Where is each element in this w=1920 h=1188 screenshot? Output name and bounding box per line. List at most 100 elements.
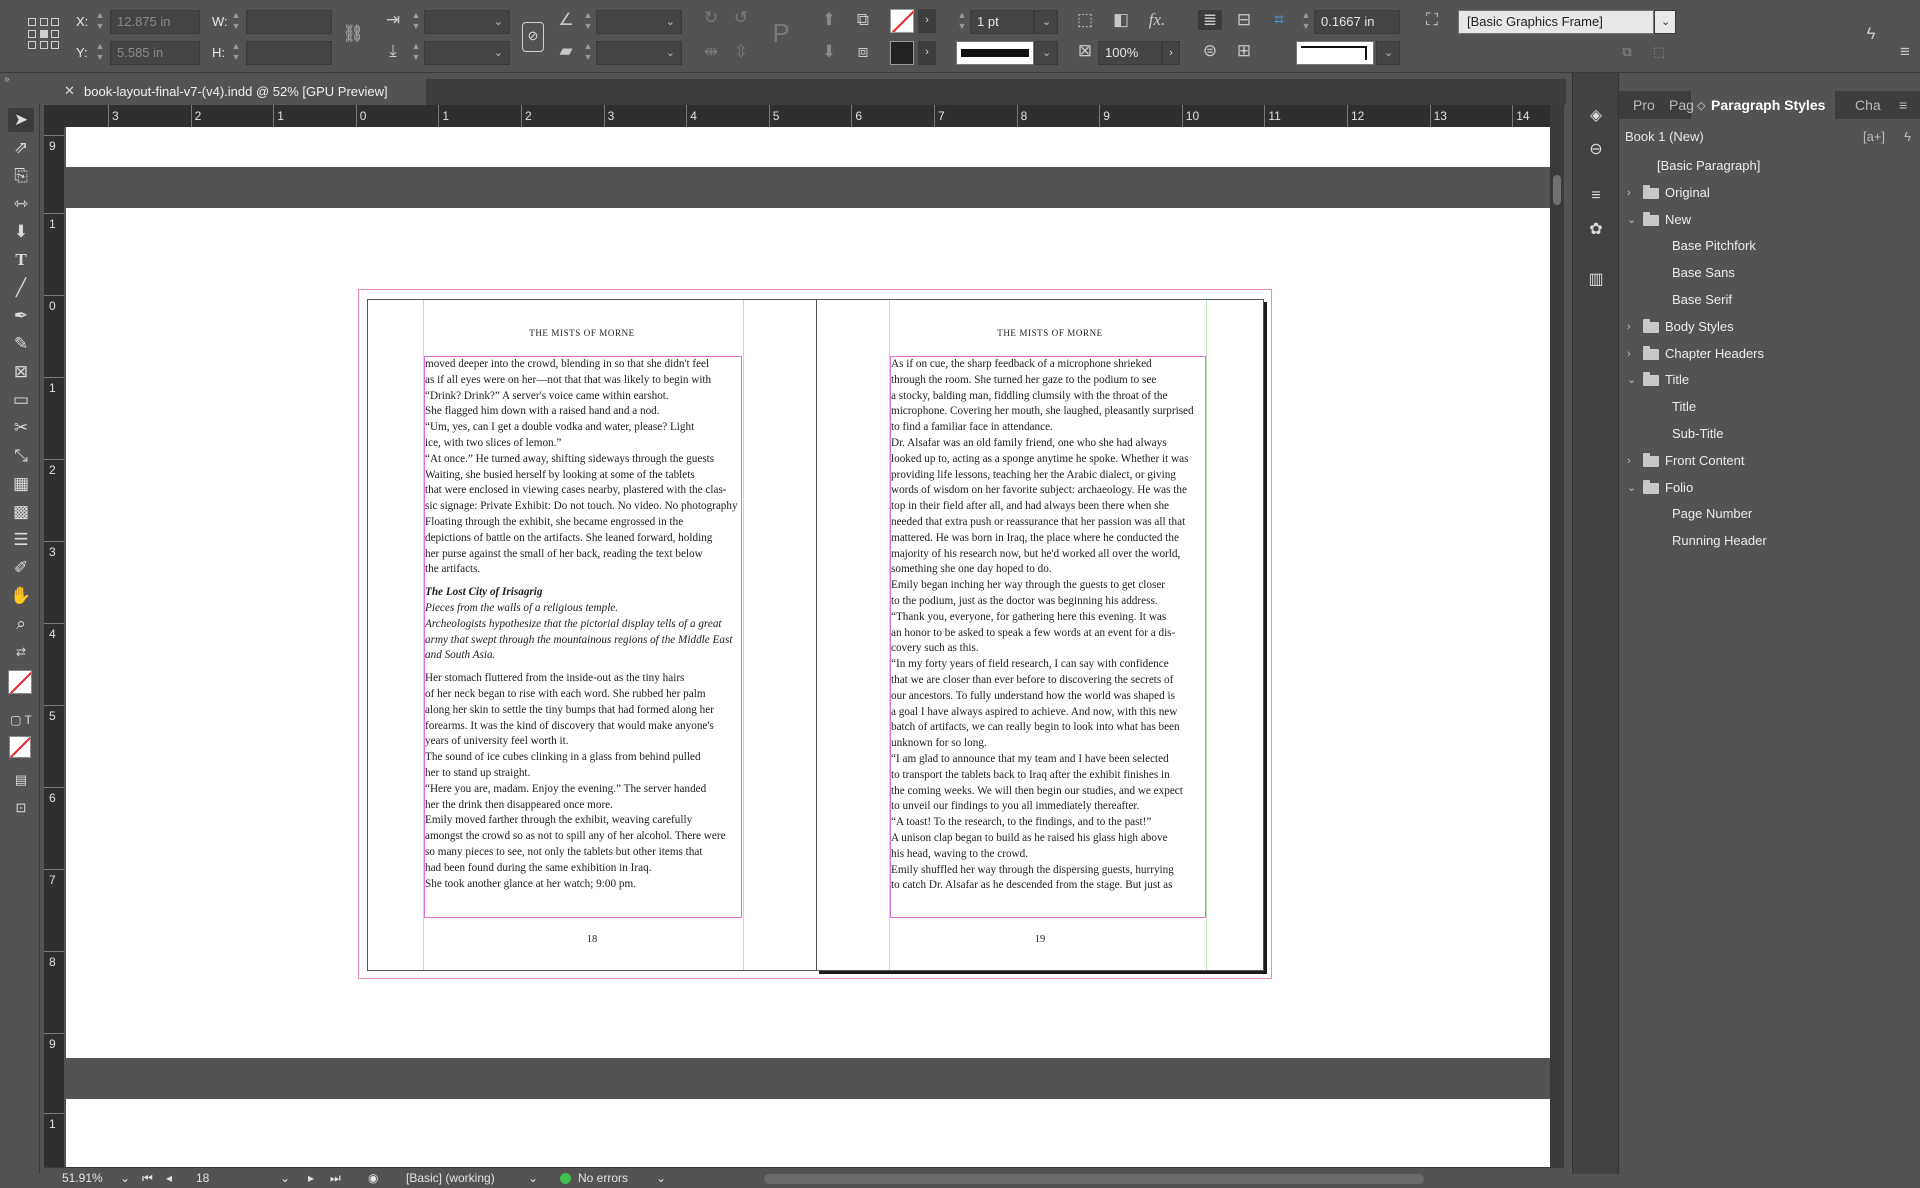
style-item[interactable]: ⌄ Folio xyxy=(1619,475,1920,502)
select-content-icon[interactable]: ⬇ xyxy=(818,42,840,62)
new-style-from-selection-icon[interactable]: [a+] xyxy=(1863,129,1885,144)
style-item[interactable]: › Original xyxy=(1619,180,1920,207)
body-text-frame[interactable]: As if on cue, the sharp feedback of a mi… xyxy=(890,356,1206,918)
preflight-profile[interactable]: [Basic] (working) xyxy=(406,1171,495,1185)
eyedropper-tool-icon[interactable]: ✐ xyxy=(8,556,34,580)
links-icon[interactable]: ⊖ xyxy=(1585,139,1607,161)
close-tab-icon[interactable]: ✕ xyxy=(64,83,75,99)
style-item[interactable]: Sub-Title xyxy=(1619,421,1920,448)
style-item[interactable]: › Front Content xyxy=(1619,448,1920,475)
body-text-frame[interactable]: moved deeper into the crowd, blending in… xyxy=(424,356,742,918)
tab-pages[interactable]: Pag xyxy=(1669,97,1694,113)
vertical-ruler[interactable]: 9 1 0 1 2 3 4 5 6 7 8 9 1 xyxy=(44,127,64,1167)
selection-tool-icon[interactable]: ➤ xyxy=(8,108,34,132)
style-item[interactable]: Page Number xyxy=(1619,501,1920,528)
tab-properties[interactable]: Pro xyxy=(1633,97,1655,113)
zoom-tool-icon[interactable]: ⌕ xyxy=(8,612,34,636)
y-stepper[interactable]: ▲ ▼ xyxy=(94,41,106,65)
preflight-status[interactable]: No errors xyxy=(578,1171,628,1185)
chevron-down-icon[interactable]: ⌄ xyxy=(1627,367,1636,394)
effects-fx-icon[interactable]: fx. xyxy=(1146,10,1168,30)
clear-overrides-icon[interactable]: ⧉ xyxy=(1616,44,1638,60)
panel-menu-icon[interactable]: ≡ xyxy=(1899,97,1907,113)
rotate-dropdown[interactable]: ⌄ xyxy=(596,10,682,34)
h-stepper[interactable]: ▲ ▼ xyxy=(230,41,242,65)
pen-tool-icon[interactable]: ✒ xyxy=(8,304,34,328)
chevron-right-icon[interactable]: › xyxy=(1627,448,1631,475)
offset-field[interactable]: 0.1667 in xyxy=(1314,10,1400,34)
opacity-menu-arrow[interactable]: › xyxy=(1162,41,1180,65)
quick-apply-icon[interactable]: ϟ xyxy=(1904,129,1911,144)
corner-shape-select[interactable] xyxy=(1296,41,1374,65)
layers-icon[interactable]: ◈ xyxy=(1585,105,1607,127)
rectangle-frame-tool-icon[interactable]: ⊠ xyxy=(8,360,34,384)
x-field[interactable]: 12.875 in xyxy=(110,10,200,34)
formatting-container-icon[interactable]: ▢ T xyxy=(8,708,34,732)
free-transform-tool-icon[interactable]: ⤡ xyxy=(8,444,34,468)
y-field[interactable]: 5.585 in xyxy=(110,41,200,65)
open-file-icon[interactable]: ◉ xyxy=(368,1171,378,1185)
scale-x-dropdown[interactable]: ⌄ xyxy=(424,10,510,34)
preview-mode-icon[interactable]: ⊡ xyxy=(8,796,34,820)
direct-selection-tool-icon[interactable]: ⇗ xyxy=(8,136,34,160)
document-canvas[interactable]: THE MISTS OF MORNE moved deeper into the… xyxy=(64,127,1550,1167)
w-stepper[interactable]: ▲ ▼ xyxy=(230,10,242,34)
break-link-icon[interactable]: ⬚ xyxy=(1648,44,1670,60)
stroke-type-dropdown[interactable]: ⌄ xyxy=(1034,41,1058,65)
text-wrap-jump-icon[interactable]: ⊞ xyxy=(1232,41,1256,61)
select-container-icon[interactable]: ⬆ xyxy=(818,10,840,30)
shear-stepper[interactable]: ▲ ▼ xyxy=(582,41,594,65)
control-bar-menu-icon[interactable]: ≡ xyxy=(1894,42,1916,62)
page-number-field[interactable]: 18 xyxy=(196,1171,209,1185)
next-page-icon[interactable]: ▸ xyxy=(308,1171,314,1185)
scale-x-stepper[interactable]: ▲ ▼ xyxy=(410,10,422,34)
zoom-dropdown-icon[interactable]: ⌄ xyxy=(120,1171,130,1185)
vertical-scrollbar[interactable] xyxy=(1550,105,1564,1167)
chevron-right-icon[interactable]: › xyxy=(1627,314,1631,341)
text-wrap-none-icon[interactable]: ≣ xyxy=(1198,10,1222,30)
stroke-weight-dropdown[interactable]: ⌄ xyxy=(1034,10,1058,34)
rectangle-tool-icon[interactable]: ▭ xyxy=(8,388,34,412)
rotate-ccw-icon[interactable]: ↺ xyxy=(730,8,752,28)
reference-point-grid[interactable] xyxy=(28,18,60,50)
flip-horizontal-icon[interactable]: ⇹ xyxy=(700,42,722,62)
stroke-weight-field[interactable]: 1 pt xyxy=(970,10,1034,34)
style-item[interactable]: Base Serif xyxy=(1619,287,1920,314)
gap-tool-icon[interactable]: ⇿ xyxy=(8,192,34,216)
fitting-icon[interactable]: ⬚ xyxy=(1074,10,1096,30)
style-item[interactable]: ⌄ Title xyxy=(1619,367,1920,394)
horizontal-scrollbar[interactable] xyxy=(764,1174,1424,1184)
text-wrap-box-icon[interactable]: ⊟ xyxy=(1232,10,1256,30)
chevron-right-icon[interactable]: › xyxy=(1627,341,1631,368)
style-item[interactable]: Base Pitchfork xyxy=(1619,233,1920,260)
text-wrap-shape-icon[interactable]: ⊜ xyxy=(1198,41,1222,61)
page-19[interactable]: THE MISTS OF MORNE As if on cue, the sha… xyxy=(816,299,1264,971)
shear-dropdown[interactable]: ⌄ xyxy=(596,41,682,65)
type-tool-icon[interactable]: T xyxy=(8,248,34,272)
scissors-tool-icon[interactable]: ✂ xyxy=(8,416,34,440)
scale-y-stepper[interactable]: ▲ ▼ xyxy=(410,41,422,65)
style-item[interactable]: ⌄ New xyxy=(1619,207,1920,234)
object-style-select[interactable]: [Basic Graphics Frame] xyxy=(1458,10,1654,34)
scale-y-dropdown[interactable]: ⌄ xyxy=(424,41,510,65)
h-field[interactable] xyxy=(246,41,332,65)
ruler-origin[interactable] xyxy=(44,105,64,127)
scroll-thumb[interactable] xyxy=(1553,175,1561,205)
line-tool-icon[interactable]: ╱ xyxy=(8,276,34,300)
chevron-right-icon[interactable]: › xyxy=(1627,180,1631,207)
document-tab[interactable]: ✕ book-layout-final-v7-(v4).indd @ 52% [… xyxy=(46,79,426,105)
page-18[interactable]: THE MISTS OF MORNE moved deeper into the… xyxy=(367,299,817,971)
opacity-field[interactable]: 100% xyxy=(1098,41,1162,65)
swap-fill-stroke-icon[interactable]: ⇄ xyxy=(8,640,34,664)
last-page-icon[interactable]: ⏭ xyxy=(330,1171,341,1186)
style-item[interactable]: › Chapter Headers xyxy=(1619,341,1920,368)
page-dropdown-icon[interactable]: ⌄ xyxy=(280,1171,290,1185)
stroke-panel-icon[interactable]: ≡ xyxy=(1585,187,1607,209)
page-tool-icon[interactable]: ⎘ xyxy=(8,164,34,188)
quick-actions-icon[interactable]: ϟ xyxy=(1860,24,1882,44)
screen-mode-icon[interactable]: ▤ xyxy=(8,768,34,792)
fill-swatch-menu-arrow[interactable]: › xyxy=(918,9,936,33)
chevron-down-icon[interactable]: ⌄ xyxy=(1627,207,1636,234)
stroke-swatch-menu-arrow[interactable]: › xyxy=(918,41,936,65)
chevron-down-icon[interactable]: ⌄ xyxy=(1627,475,1636,502)
